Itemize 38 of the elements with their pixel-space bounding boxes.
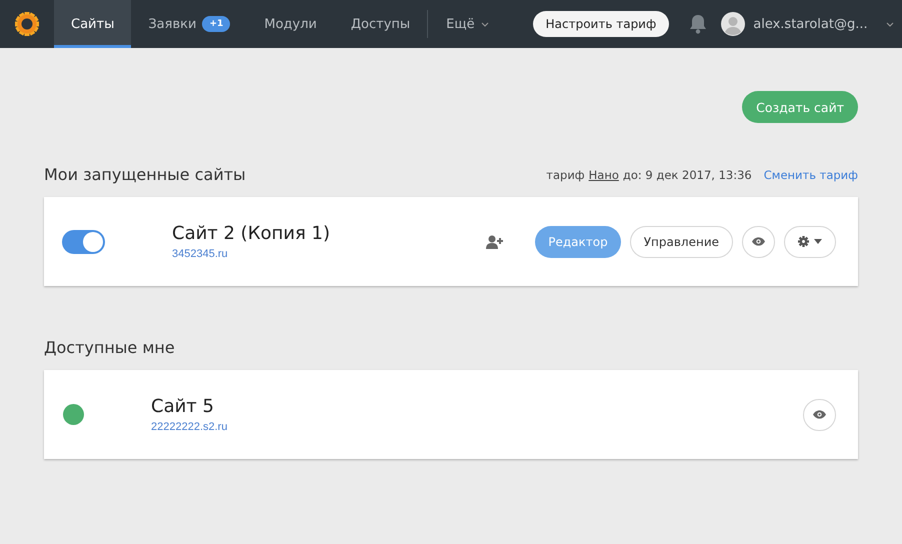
settings-button[interactable] bbox=[784, 226, 836, 258]
nav-tab[interactable]: Сайты bbox=[54, 0, 132, 48]
gear-icon bbox=[798, 236, 809, 247]
tariff-plan: Нано bbox=[588, 168, 619, 182]
eye-icon bbox=[752, 237, 765, 246]
nav-tab[interactable]: Доступы bbox=[334, 0, 428, 48]
preview-button[interactable] bbox=[742, 226, 775, 258]
nav-tab[interactable]: Модули bbox=[247, 0, 334, 48]
add-user-icon[interactable] bbox=[486, 234, 504, 248]
eye-icon bbox=[813, 410, 826, 419]
chevron-down-icon bbox=[886, 22, 894, 26]
tab-label: Доступы bbox=[350, 16, 410, 32]
tariff-expiry: до: 9 дек 2017, 13:36 bbox=[622, 168, 752, 182]
chevron-down-icon bbox=[480, 22, 489, 26]
more-menu[interactable]: Ещё bbox=[428, 0, 503, 48]
user-email: alex.starolat@g... bbox=[753, 16, 868, 32]
section-title: Мои запущенные сайты bbox=[44, 165, 247, 184]
manage-button[interactable]: Управление bbox=[630, 226, 733, 258]
user-menu[interactable]: alex.starolat@g... bbox=[721, 0, 894, 48]
site-domain-link[interactable]: 22222222.s2.ru bbox=[151, 421, 228, 433]
site-name: Сайт 2 (Копия 1) bbox=[172, 223, 331, 244]
toggle-switch[interactable] bbox=[62, 230, 105, 254]
count-badge: +1 bbox=[202, 16, 230, 32]
site-name: Сайт 5 bbox=[151, 396, 215, 417]
section-title: Доступные мне bbox=[44, 338, 176, 357]
more-label: Ещё bbox=[446, 16, 475, 32]
tariff-button[interactable]: Настроить тариф bbox=[532, 11, 670, 37]
site-domain-link[interactable]: 3452345.ru bbox=[172, 248, 228, 260]
tab-label: Заявки bbox=[148, 16, 196, 32]
tab-label: Модули bbox=[264, 16, 317, 32]
tariff-label: тариф bbox=[546, 168, 585, 182]
avatar-icon bbox=[721, 12, 746, 36]
nav-tab[interactable]: Заявки +1 bbox=[131, 0, 248, 48]
caret-icon bbox=[814, 239, 822, 244]
preview-button[interactable] bbox=[803, 398, 836, 430]
tab-label: Сайты bbox=[71, 16, 114, 32]
change-tariff-link[interactable]: Сменить тариф bbox=[764, 168, 858, 182]
bell-icon[interactable] bbox=[689, 14, 708, 34]
